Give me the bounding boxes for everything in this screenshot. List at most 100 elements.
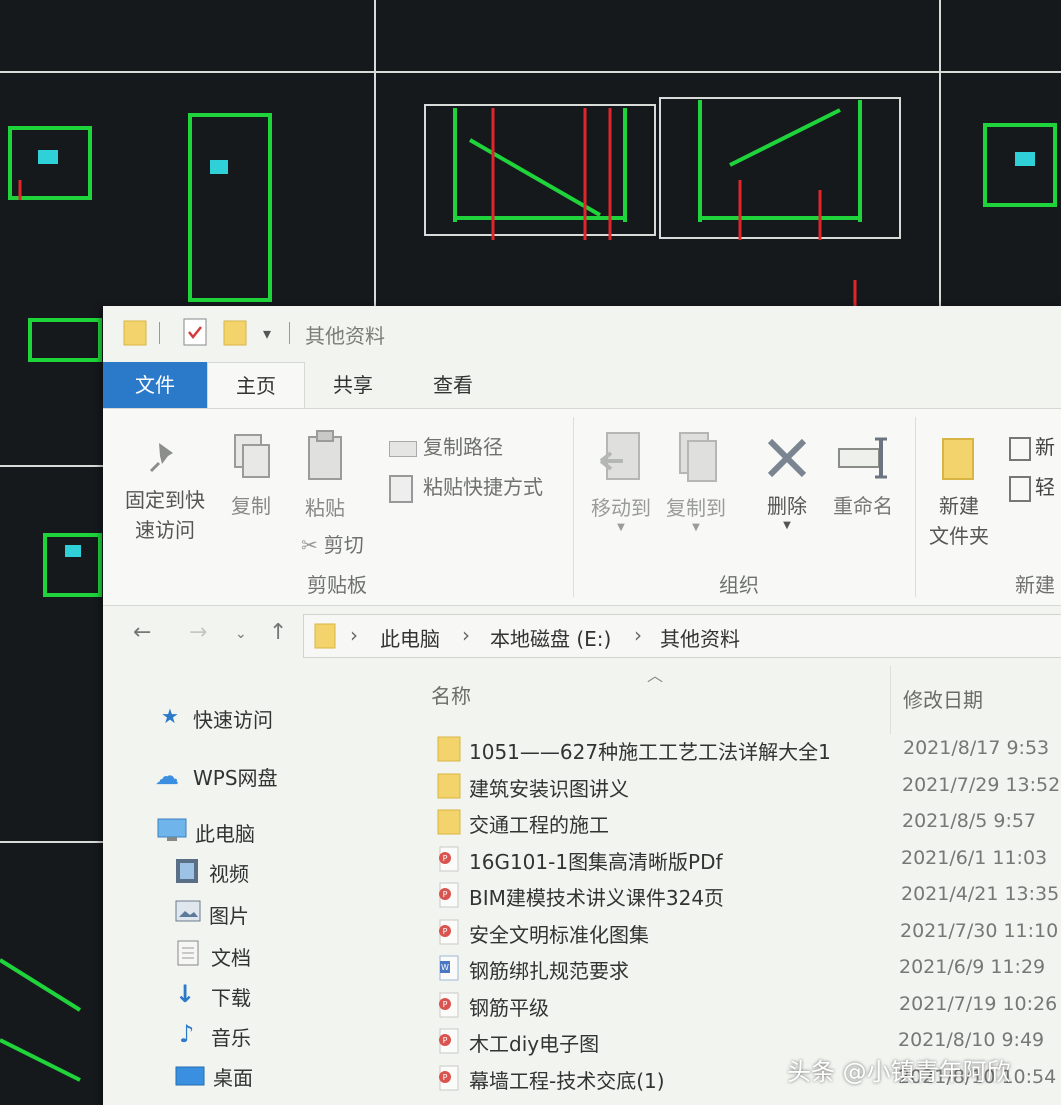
address-bar[interactable]: › 此电脑 › 本地磁盘 (E:) › 其他资料 [303, 614, 1061, 658]
new-item-button[interactable]: 新 [1009, 431, 1055, 461]
tab-share[interactable]: 共享 [303, 362, 403, 408]
paste-shortcut-icon [389, 474, 413, 503]
svg-text:P: P [443, 854, 448, 863]
new-item-icon [1009, 436, 1031, 461]
breadcrumb-this-pc[interactable]: 此电脑 [380, 623, 440, 652]
file-name: 钢筋绑扎规范要求 [469, 959, 629, 983]
file-name: 16G101-1图集高清晰版PDf [469, 850, 723, 874]
copy-to-dropdown-icon: ▼ [692, 522, 700, 533]
copy-to-button[interactable]: 复制到 ▼ [661, 429, 731, 533]
cut-button[interactable]: ✂ 剪切 [301, 529, 364, 558]
recent-locations-dropdown[interactable]: ⌄ [235, 626, 247, 642]
copy-label: 复制 [231, 494, 271, 518]
video-icon [176, 859, 198, 883]
folder-icon [437, 809, 461, 835]
file-date-modified: 2021/6/1 11:03 [901, 847, 1048, 869]
properties-icon[interactable] [183, 318, 207, 346]
rename-button[interactable]: 重命名 [827, 433, 899, 521]
pdf-icon: P [439, 882, 459, 908]
new-folder-label-line2: 文件夹 [929, 524, 989, 548]
folder-icon[interactable] [123, 320, 147, 346]
svg-text:P: P [443, 890, 448, 899]
window-title: 其他资料 [305, 324, 385, 348]
music-note-icon: ♪ [179, 1020, 195, 1048]
move-to-icon [599, 432, 640, 480]
up-button[interactable]: ↑ [269, 620, 287, 645]
forward-button[interactable]: → [189, 620, 207, 645]
paste-label: 粘贴 [305, 496, 345, 520]
new-folder-button[interactable]: 新建 文件夹 [923, 433, 995, 551]
paste-icon [308, 430, 342, 480]
pin-label-line2: 速访问 [135, 518, 195, 542]
svg-text:W: W [441, 963, 449, 972]
move-to-dropdown-icon: ▼ [617, 522, 625, 533]
folder-icon [437, 736, 461, 762]
easy-access-label: 轻 [1035, 475, 1055, 499]
new-folder-icon [942, 438, 974, 480]
download-arrow-icon: ↓ [175, 980, 196, 1008]
star-icon: ★ [161, 704, 179, 728]
chevron-right-icon: › [350, 623, 358, 647]
picture-icon [175, 900, 201, 922]
tab-view[interactable]: 查看 [403, 362, 503, 408]
pdf-icon: P [439, 919, 459, 945]
column-header-name[interactable]: 名称 [431, 680, 471, 709]
ribbon: 固定到快 速访问 复制 粘贴 复制路径 粘贴快捷方式 ✂ 剪切 剪贴板 移动到 … [103, 408, 1061, 606]
nav-item-label: 快速访问 [193, 708, 273, 732]
paste-shortcut-button[interactable]: 粘贴快捷方式 [389, 471, 543, 503]
navigation-pane: ★ 快速访问 ☁ WPS网盘 此电脑 视频 图片 文档 ↓ 下载 ♪ 音乐 桌面 [103, 666, 403, 1105]
copy-icon [234, 434, 270, 478]
copy-to-icon [679, 432, 717, 482]
file-date-modified: 2021/4/21 13:35 [901, 883, 1060, 905]
rename-label: 重命名 [833, 494, 893, 518]
nav-item-label: 文档 [211, 946, 251, 970]
copy-button[interactable]: 复制 [219, 431, 283, 521]
new-folder-icon[interactable] [223, 320, 247, 346]
back-button[interactable]: ← [133, 620, 151, 645]
breadcrumb-other-materials[interactable]: 其他资料 [660, 623, 740, 652]
pdf-icon: P [439, 1065, 459, 1091]
scissors-icon: ✂ [301, 533, 318, 557]
easy-access-icon [1009, 475, 1031, 502]
svg-text:P: P [443, 1036, 448, 1045]
file-name: 木工diy电子图 [469, 1032, 600, 1056]
file-name: 交通工程的施工 [469, 813, 609, 837]
title-bar: ▾ 其他资料 [103, 306, 1061, 362]
chevron-right-icon: › [634, 623, 642, 647]
nav-item-label: 桌面 [213, 1066, 253, 1090]
easy-access-button[interactable]: 轻 [1009, 471, 1055, 502]
nav-item-label: 图片 [209, 904, 249, 928]
nav-item-label: 下载 [211, 986, 251, 1010]
paste-button[interactable]: 粘贴 [293, 429, 357, 523]
move-to-button[interactable]: 移动到 ▼ [581, 429, 661, 533]
cut-label: 剪切 [323, 533, 364, 557]
copy-path-button[interactable]: 复制路径 [389, 431, 503, 460]
copy-path-icon [389, 440, 417, 457]
tab-file[interactable]: 文件 [103, 362, 207, 408]
nav-item-label: WPS网盘 [193, 766, 278, 790]
nav-item-label: 视频 [209, 862, 249, 886]
word-doc-icon: W [439, 955, 459, 981]
copy-path-label: 复制路径 [423, 435, 503, 459]
file-name: BIM建模技术讲义课件324页 [469, 886, 725, 910]
nav-item-label: 此电脑 [195, 822, 255, 846]
clipboard-group-label: 剪贴板 [307, 573, 367, 597]
tab-home[interactable]: 主页 [207, 362, 305, 410]
file-date-modified: 2021/7/29 13:52 [902, 774, 1061, 796]
delete-button[interactable]: 删除 ▼ [751, 433, 823, 531]
column-header-date-modified[interactable]: 修改日期 [903, 684, 983, 713]
monitor-icon [157, 818, 187, 841]
folder-icon [437, 773, 461, 799]
svg-text:P: P [443, 1000, 448, 1009]
organize-group-label: 组织 [719, 573, 759, 597]
file-date-modified: 2021/8/10 9:49 [898, 1029, 1045, 1051]
customize-toolbar-icon[interactable]: ▾ [263, 324, 271, 343]
pin-to-quick-access-button[interactable]: 固定到快 速访问 [117, 437, 213, 545]
watermark-text: 头条 @小镇青年阿欣 [787, 1058, 1011, 1086]
new-item-label: 新 [1035, 435, 1055, 459]
breadcrumb-local-disk-e[interactable]: 本地磁盘 (E:) [490, 623, 611, 652]
paste-shortcut-label: 粘贴快捷方式 [423, 475, 543, 499]
file-name: 安全文明标准化图集 [469, 923, 649, 947]
file-date-modified: 2021/7/19 10:26 [899, 993, 1058, 1015]
delete-x-icon [767, 438, 807, 478]
